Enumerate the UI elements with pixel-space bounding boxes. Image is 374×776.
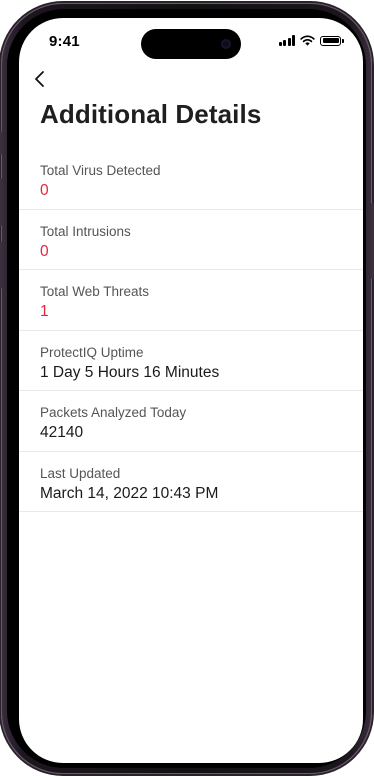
dynamic-island — [141, 29, 241, 59]
detail-row-last-updated: Last Updated March 14, 2022 10:43 PM — [19, 452, 363, 512]
detail-value: 1 Day 5 Hours 16 Minutes — [40, 363, 220, 381]
detail-value: 0 — [40, 182, 49, 199]
detail-row-total-intrusions: Total Intrusions 0 — [19, 210, 363, 270]
detail-label: Total Virus Detected — [40, 163, 161, 178]
wifi-icon — [300, 35, 315, 46]
detail-label: Last Updated — [40, 465, 121, 481]
detail-label: ProtectIQ Uptime — [40, 344, 144, 360]
detail-value: 0 — [40, 242, 49, 260]
detail-value: 42140 — [40, 424, 84, 441]
detail-row-total-web-threats: Total Web Threats 1 — [19, 270, 363, 331]
back-button[interactable] — [33, 65, 63, 93]
page-title: Additional Details — [40, 99, 262, 129]
detail-label: Packets Analyzed Today — [40, 405, 187, 420]
detail-row-protectiq-uptime: ProtectIQ Uptime 1 Day 5 Hours 16 Minute… — [19, 331, 363, 391]
cellular-signal-icon — [278, 35, 295, 46]
detail-label: Total Web Threats — [40, 284, 150, 299]
chevron-left-icon — [35, 71, 44, 87]
status-icons — [278, 35, 344, 46]
status-time: 9:41 — [49, 33, 80, 50]
detail-value: 1 — [40, 303, 49, 320]
action-button — [0, 131, 2, 155]
detail-row-packets-analyzed-today: Packets Analyzed Today 42140 — [19, 391, 363, 452]
details-list: Total Virus Detected 0 Total Intrusions … — [19, 149, 363, 512]
detail-row-total-virus-detected: Total Virus Detected 0 — [19, 149, 363, 210]
status-bar: 9:41 — [19, 18, 363, 68]
camera-icon — [221, 39, 231, 49]
detail-value: March 14, 2022 10:43 PM — [40, 484, 219, 502]
detail-label: Total Intrusions — [40, 223, 131, 239]
volume-up-button — [0, 178, 2, 226]
battery-icon — [320, 35, 344, 46]
volume-down-button — [0, 241, 2, 289]
screen: 9:41 Additional Details Total Virus Dete… — [19, 18, 363, 763]
